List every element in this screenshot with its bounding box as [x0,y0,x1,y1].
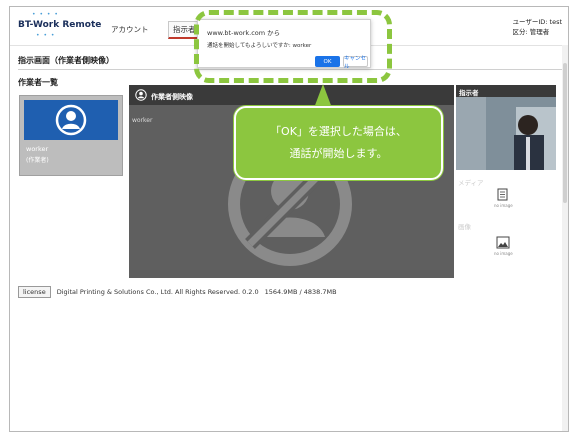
video-header: 作業者側映像 [129,85,454,105]
media-label: メディア [458,179,484,187]
document-icon[interactable] [496,188,510,202]
instructor-camera-view [456,97,556,170]
camera-feed-image [456,97,556,170]
image-icon[interactable] [496,236,510,250]
worker-list-title: 作業者一覧 [18,78,58,87]
instructor-title: 指示者 [459,89,479,97]
logo-dots-bottom: • • • [36,32,56,39]
video-worker-label: worker [132,117,153,124]
tab-account[interactable]: アカウント [106,21,154,38]
image-label: 画像 [458,223,471,231]
callout-line-2: 通話が開始します。 [289,147,388,160]
page-title: 指示画面（作業者側映像） [18,56,114,65]
instructor-panel: 指示者 メディア no image 画像 no image [456,85,556,278]
page-scrollbar[interactable] [562,45,568,431]
media-caption: no image [494,203,513,208]
scrollbar-thumb[interactable] [563,63,567,203]
footer: license Digital Printing & Solutions Co.… [18,285,337,299]
image-caption: no image [494,251,513,256]
callout-pointer [314,84,332,108]
copyright-text: Digital Printing & Solutions Co., Ltd. A… [56,288,259,296]
memory-usage: 1564.9MB / 4838.7MB [264,288,337,296]
highlight-dashed-frame [194,10,392,83]
worker-name: worker [26,145,49,153]
license-button[interactable]: license [18,286,51,298]
worker-status: (作業者) [26,157,49,164]
callout-annotation: 「OK」を選択した場合は、 通話が開始します。 [234,106,443,180]
user-icon [55,104,87,136]
user-id: ユーザーID: test [512,18,562,26]
callout-line-1: 「OK」を選択した場合は、 [270,125,407,138]
app-logo[interactable]: BT-Work Remote [18,20,101,30]
logo-dots-top: • • • • [32,11,59,18]
video-title: 作業者側映像 [151,93,193,101]
worker-card[interactable]: worker (作業者) [19,95,123,176]
user-icon [135,89,147,101]
worker-avatar [24,100,118,140]
instructor-header: 指示者 [456,85,556,97]
user-role: 区分: 管理者 [512,28,550,36]
user-info: ユーザーID: test 区分: 管理者 [512,17,562,37]
